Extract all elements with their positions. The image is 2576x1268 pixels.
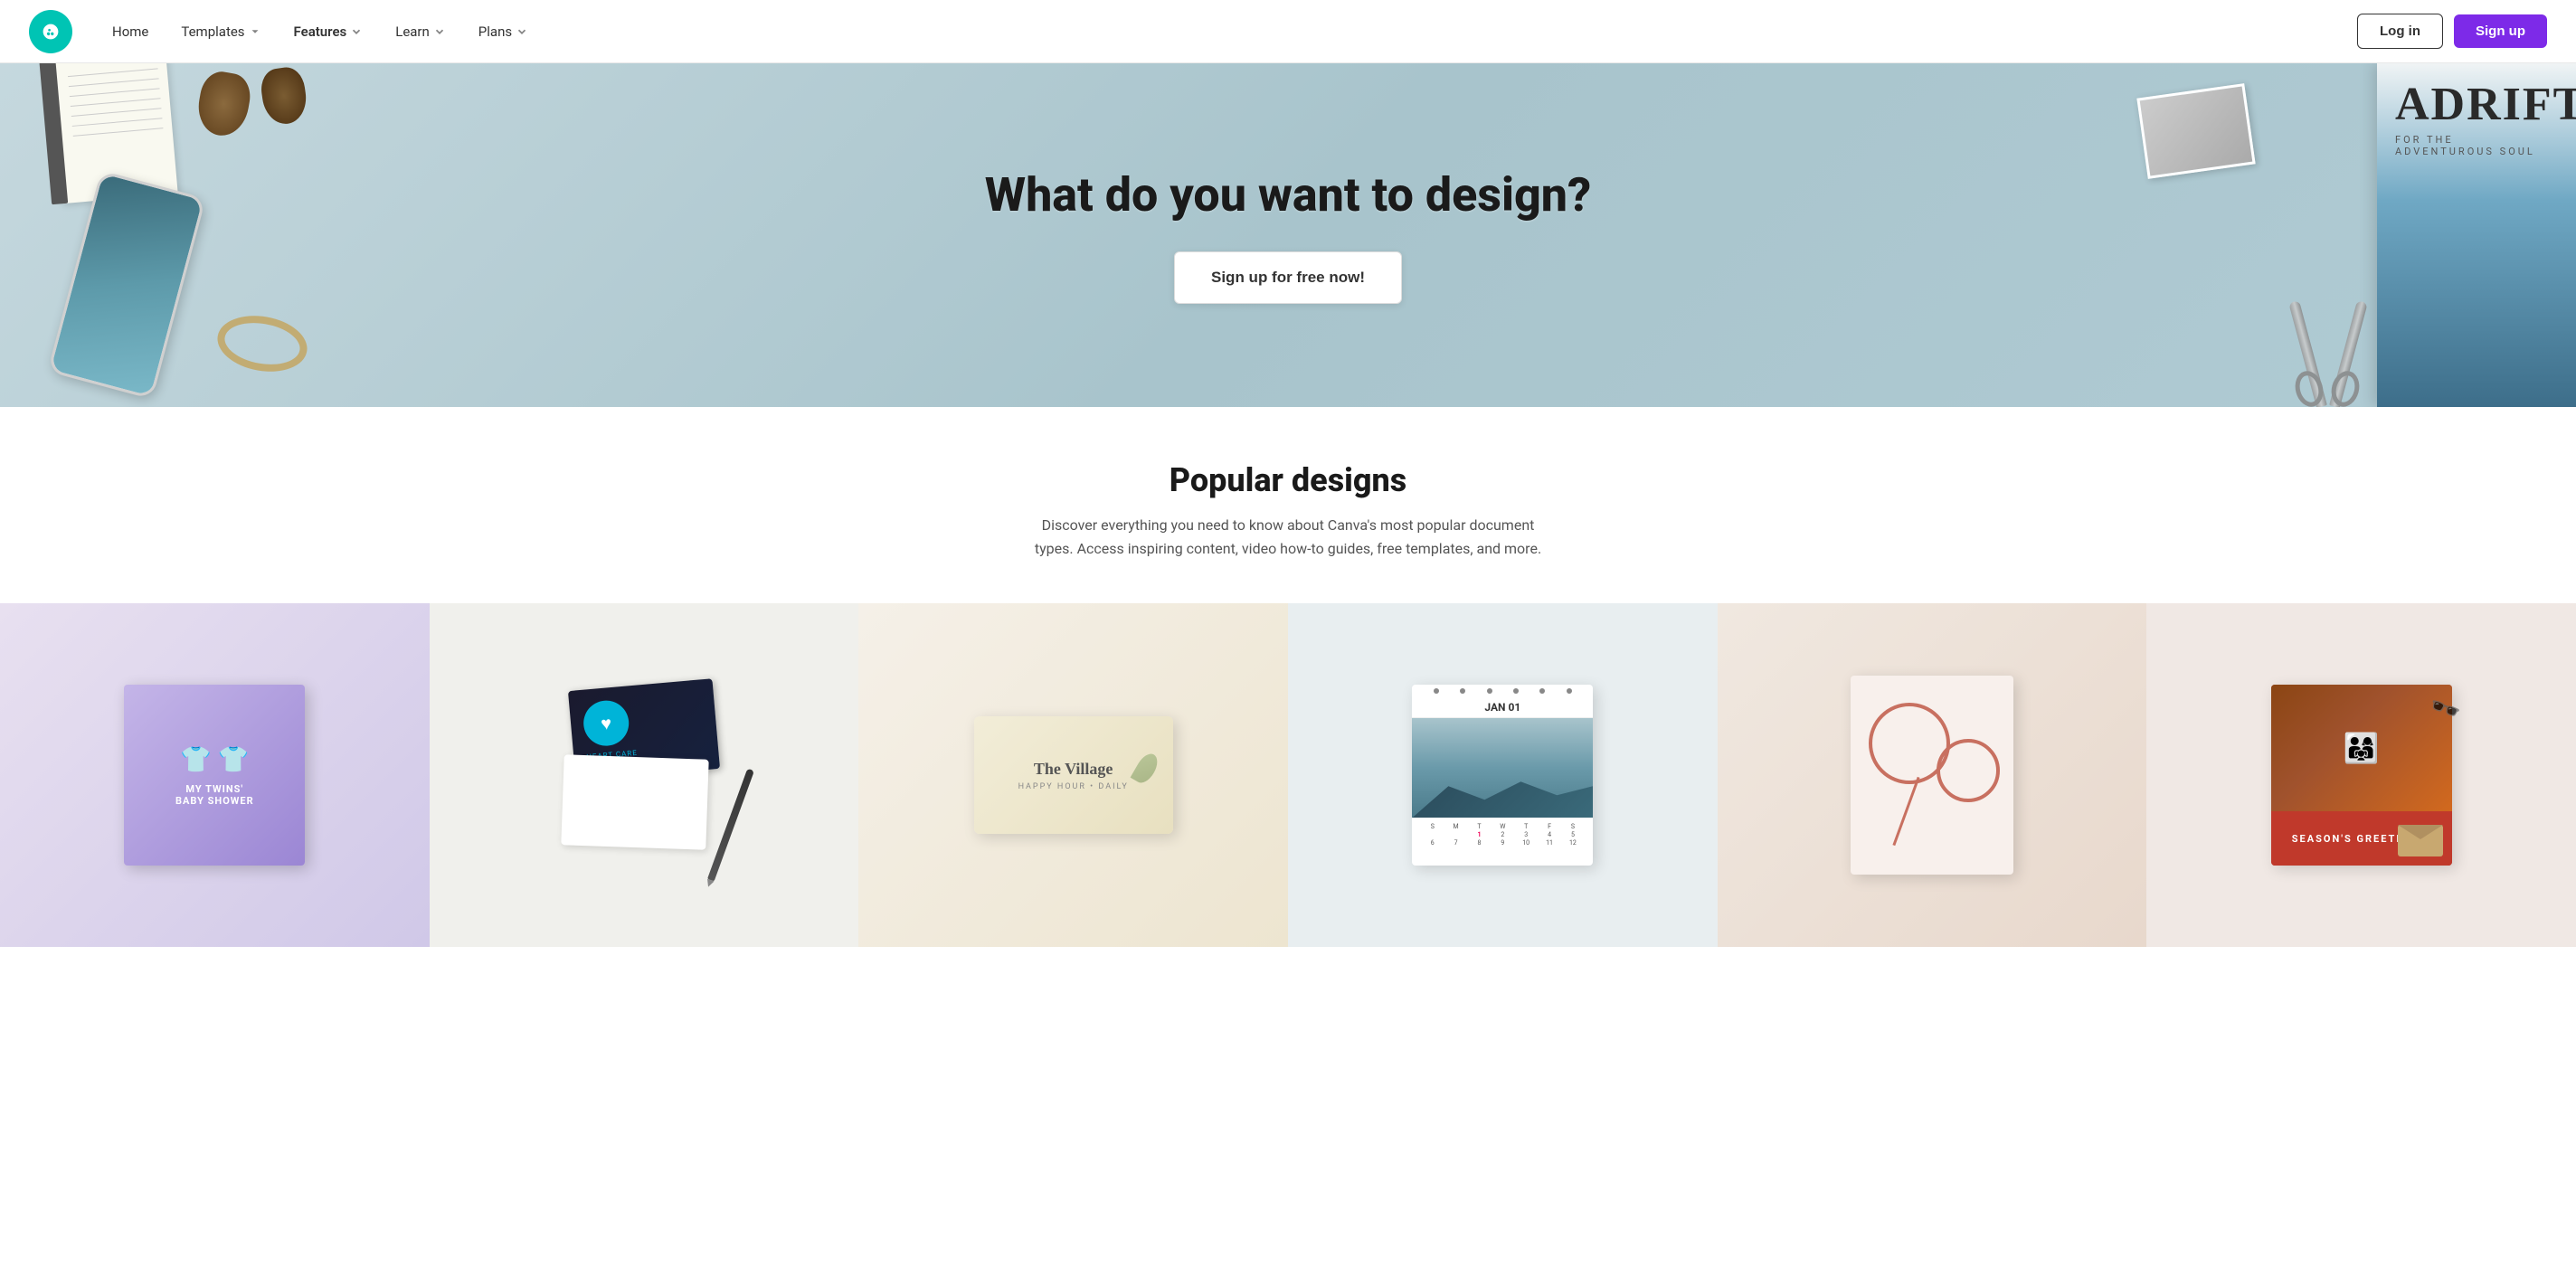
hero-cta-button[interactable]: Sign up for free now! bbox=[1174, 251, 1402, 304]
nav-learn-label: Learn bbox=[395, 24, 430, 40]
hero-section: ADRIFT For the adventurous soul What do … bbox=[0, 63, 2576, 407]
design-card-invitations[interactable]: 👕 👕 MY TWINS' BABY SHOWER bbox=[0, 603, 430, 947]
navbar: Home Templates Features Learn Plans Log … bbox=[0, 0, 2576, 63]
nav-templates[interactable]: Templates bbox=[166, 16, 275, 47]
nav-plans[interactable]: Plans bbox=[464, 16, 543, 47]
main-nav: Home Templates Features Learn Plans bbox=[98, 16, 2357, 47]
nav-learn[interactable]: Learn bbox=[381, 16, 460, 47]
popular-designs-section: Popular designs Discover everything you … bbox=[0, 407, 2576, 560]
nav-features-label: Features bbox=[294, 24, 347, 40]
design-cards-row: 👕 👕 MY TWINS' BABY SHOWER ♥ HEART CARE T… bbox=[0, 603, 2576, 947]
nav-features[interactable]: Features bbox=[279, 16, 378, 47]
design-card-calendar[interactable]: JAN 01 SMT WTF S 1 234 5 678 91011 12 bbox=[1288, 603, 1718, 947]
popular-description: Discover everything you need to know abo… bbox=[1026, 514, 1550, 560]
design-card-business[interactable]: ♥ HEART CARE bbox=[430, 603, 859, 947]
hero-title: What do you want to design? bbox=[985, 167, 1592, 222]
nav-templates-label: Templates bbox=[181, 24, 244, 40]
design-card-poster[interactable] bbox=[1718, 603, 2147, 947]
design-card-christmas[interactable]: 👨‍👩‍👧 SEASON'S GREETINGS! 🕶️ bbox=[2146, 603, 2576, 947]
nav-home-label: Home bbox=[112, 24, 148, 40]
canva-logo[interactable] bbox=[29, 10, 72, 53]
plans-chevron-icon bbox=[516, 25, 528, 38]
navbar-actions: Log in Sign up bbox=[2357, 14, 2547, 49]
templates-chevron-icon bbox=[249, 25, 261, 38]
popular-title: Popular designs bbox=[54, 461, 2522, 499]
hero-content: What do you want to design? Sign up for … bbox=[985, 167, 1592, 304]
nav-plans-label: Plans bbox=[478, 24, 512, 40]
learn-chevron-icon bbox=[433, 25, 446, 38]
design-card-village[interactable]: The Village HAPPY HOUR • DAILY bbox=[858, 603, 1288, 947]
login-button[interactable]: Log in bbox=[2357, 14, 2443, 49]
signup-button[interactable]: Sign up bbox=[2454, 14, 2547, 48]
nav-home[interactable]: Home bbox=[98, 16, 163, 47]
features-chevron-icon bbox=[350, 25, 363, 38]
